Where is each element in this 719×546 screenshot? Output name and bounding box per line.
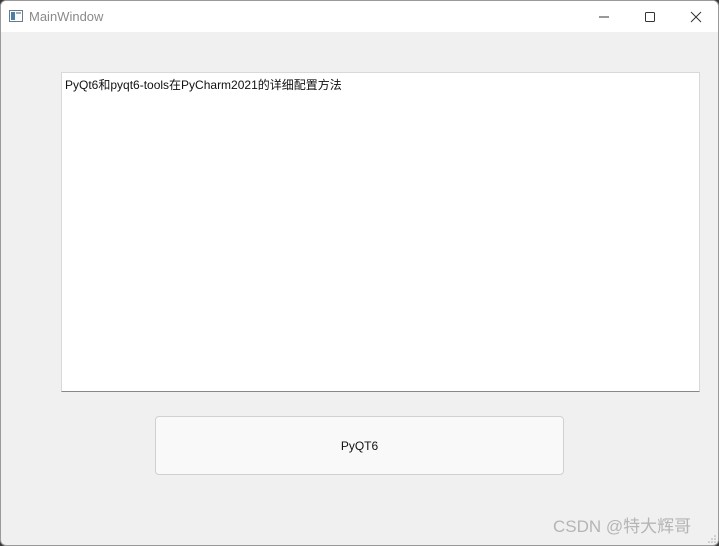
- maximize-icon: [645, 11, 655, 22]
- maximize-button[interactable]: [627, 1, 673, 32]
- watermark-text: CSDN @特大辉哥: [553, 517, 692, 536]
- pyqt6-button[interactable]: PyQT6: [155, 416, 564, 475]
- window-app-icon: [9, 10, 23, 22]
- close-button[interactable]: [673, 1, 718, 32]
- minimize-button[interactable]: [581, 1, 627, 32]
- text-edit-content: PyQt6和pyqt6-tools在PyCharm2021的详细配置方法: [65, 78, 342, 92]
- close-icon: [690, 11, 702, 22]
- main-window: MainWindow PyQt6和pyqt6-tools在PyCharm2021…: [0, 0, 719, 546]
- minimize-icon: [599, 16, 609, 17]
- text-edit[interactable]: PyQt6和pyqt6-tools在PyCharm2021的详细配置方法: [61, 72, 700, 392]
- pyqt6-button-label: PyQT6: [340, 438, 379, 453]
- resize-grip-icon[interactable]: [707, 534, 717, 544]
- window-title: MainWindow: [29, 9, 104, 24]
- title-bar[interactable]: MainWindow: [1, 1, 718, 32]
